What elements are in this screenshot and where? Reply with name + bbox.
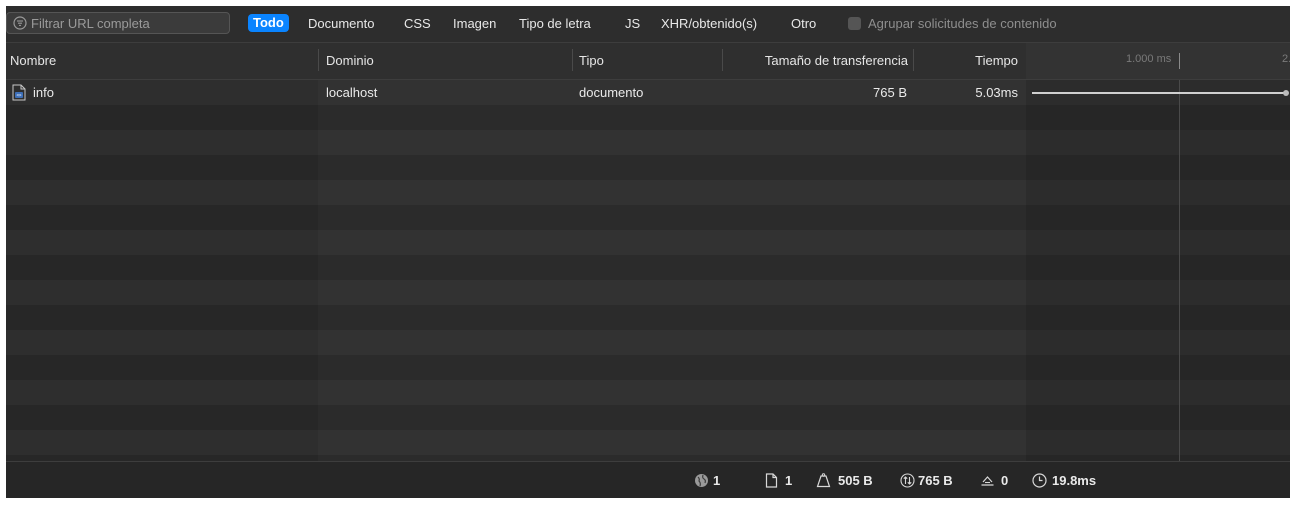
filter-bar: Todo Documento CSS Imagen Tipo de letra … — [6, 6, 1290, 43]
load-time: 19.8ms — [1052, 473, 1097, 488]
globe-icon — [695, 474, 708, 487]
transfer-arrows-icon — [900, 473, 915, 488]
tab-documento[interactable]: Documento — [308, 15, 374, 33]
document-file-icon: <> — [12, 84, 26, 101]
column-header-type[interactable]: Tipo — [579, 43, 604, 79]
tab-otro[interactable]: Otro — [791, 15, 816, 33]
tab-imagen[interactable]: Imagen — [453, 15, 496, 33]
summary-bar: 1 1 505 B 765 B 0 19.8ms — [6, 461, 1290, 498]
waterfall-end-marker — [1283, 90, 1289, 96]
column-header-name[interactable]: Nombre — [10, 43, 56, 79]
redirect-icon — [981, 476, 994, 486]
network-panel: Todo Documento CSS Imagen Tipo de letra … — [6, 6, 1290, 498]
group-requests-checkbox[interactable] — [848, 17, 861, 30]
request-transfer-size: 765 B — [873, 85, 907, 100]
resource-document-icon — [765, 473, 778, 488]
table-header: Nombre Dominio Tipo Tamaño de transferen… — [6, 43, 1290, 80]
requests-table: <> info localhost documento 765 B 5.03ms — [6, 80, 1290, 461]
timeline-gridline — [1179, 80, 1180, 461]
waterfall-bar[interactable] — [1032, 92, 1286, 94]
column-header-transfer-size[interactable]: Tamaño de transferencia — [724, 43, 908, 79]
request-domain: localhost — [326, 85, 378, 100]
tab-css[interactable]: CSS — [404, 15, 431, 33]
request-time: 5.03ms — [975, 85, 1018, 100]
transferred-size: 765 B — [918, 473, 953, 488]
tab-js[interactable]: JS — [625, 15, 640, 33]
request-count: 1 — [713, 473, 721, 488]
request-type: documento — [579, 85, 644, 100]
group-requests-label[interactable]: Agrupar solicitudes de contenido — [868, 15, 1057, 33]
column-header-domain[interactable]: Dominio — [326, 43, 374, 79]
tab-xhr-obtenido[interactable]: XHR/obtenido(s) — [661, 15, 757, 33]
column-divider[interactable] — [722, 49, 723, 71]
filter-icon — [13, 16, 27, 30]
redirect-count: 0 — [1001, 473, 1009, 488]
column-divider[interactable] — [318, 49, 319, 71]
resource-count: 1 — [785, 473, 793, 488]
resources-size: 505 B — [838, 473, 873, 488]
filter-url-input[interactable] — [31, 13, 221, 33]
svg-text:<>: <> — [16, 93, 22, 98]
timeline-tick-label: 1.000 ms — [1126, 53, 1172, 65]
clock-icon — [1032, 473, 1047, 488]
column-divider[interactable] — [913, 49, 914, 71]
name-column-shade — [6, 80, 318, 461]
timeline-tick-label: 2.0 — [1282, 53, 1290, 65]
timeline-header[interactable]: 1.000 ms 2.0 — [1026, 43, 1290, 79]
weight-icon — [816, 473, 831, 488]
request-name[interactable]: info — [33, 80, 54, 105]
column-divider[interactable] — [572, 49, 573, 71]
tab-tipo-de-letra[interactable]: Tipo de letra — [519, 15, 591, 33]
filter-search-box[interactable] — [6, 12, 230, 34]
timeline-column — [1026, 80, 1290, 461]
timeline-tick — [1179, 53, 1180, 69]
column-header-time[interactable]: Tiempo — [916, 43, 1018, 79]
tab-todo[interactable]: Todo — [248, 14, 289, 32]
